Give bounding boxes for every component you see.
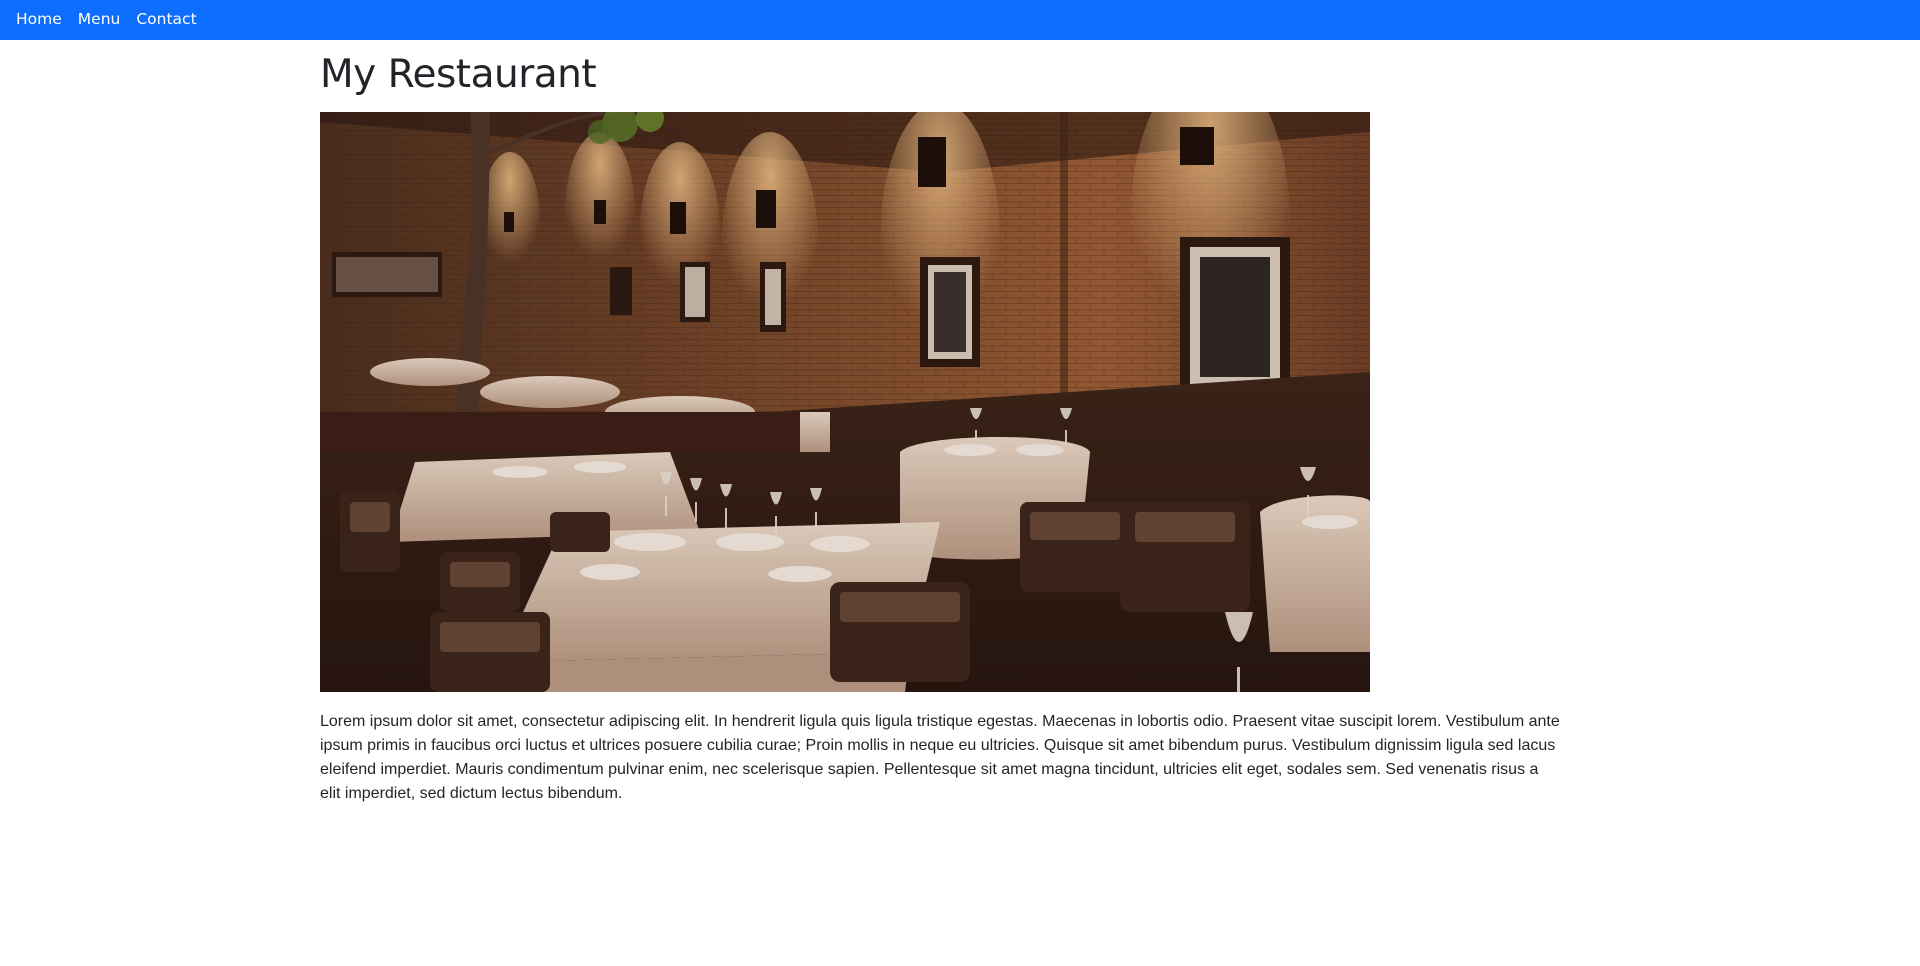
nav-menu-link[interactable]: Menu bbox=[78, 12, 121, 28]
nav-home-link[interactable]: Home bbox=[16, 12, 62, 28]
restaurant-interior-image bbox=[320, 112, 1370, 692]
description-paragraph: Lorem ipsum dolor sit amet, consectetur … bbox=[320, 713, 1560, 802]
top-navbar: Home Menu Contact bbox=[0, 0, 1920, 40]
nav-contact-link[interactable]: Contact bbox=[136, 12, 196, 28]
page-title: My Restaurant bbox=[320, 52, 597, 97]
main-content: My Restaurant Lorem ipsum dolor sit amet… bbox=[320, 40, 1560, 802]
